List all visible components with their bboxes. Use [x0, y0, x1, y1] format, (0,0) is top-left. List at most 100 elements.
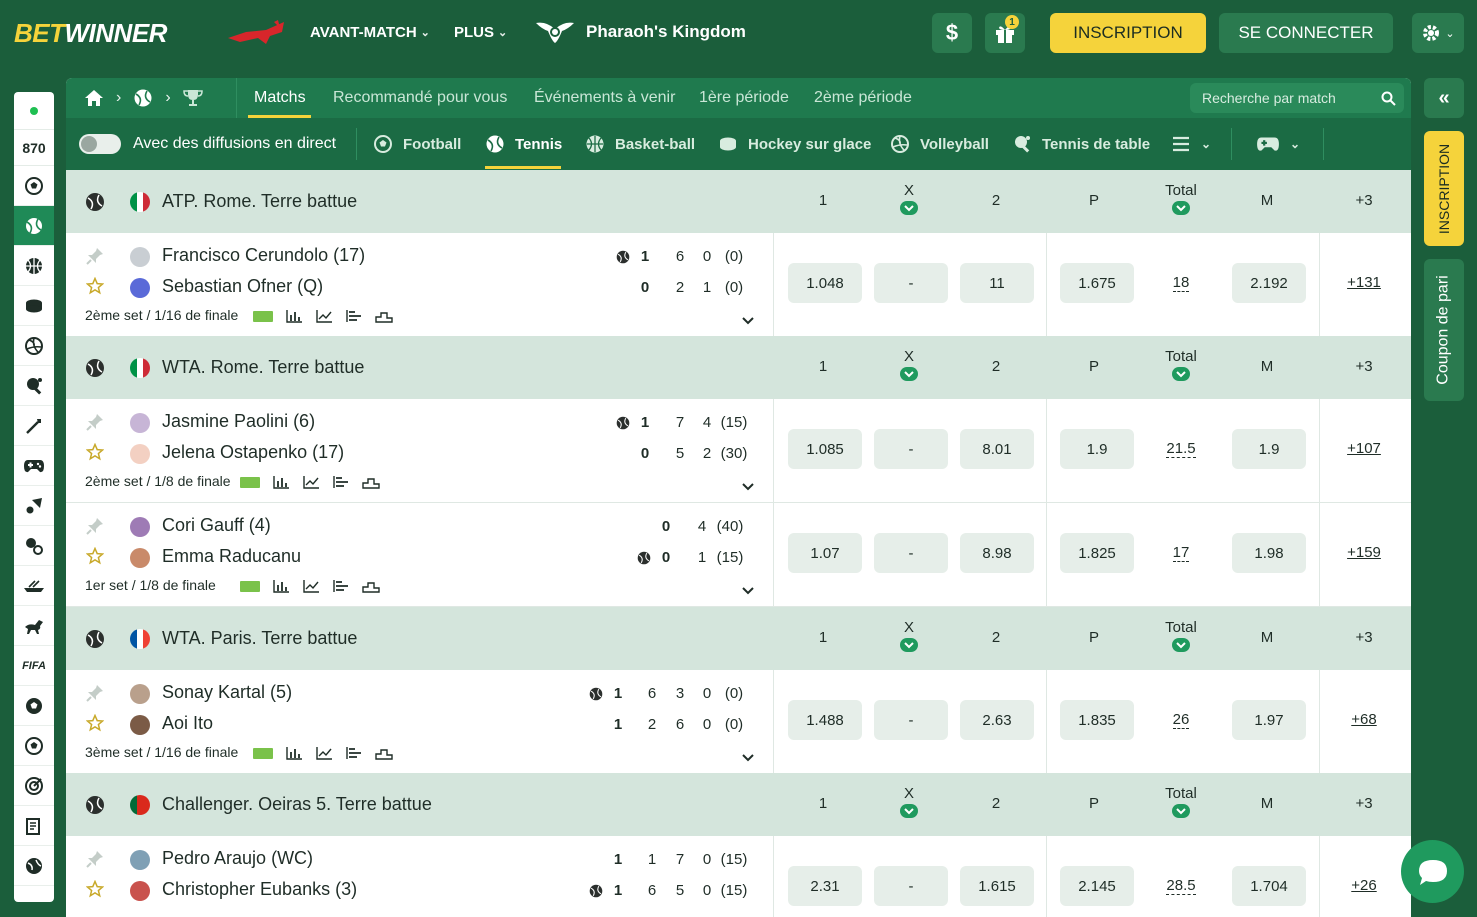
chart-line-icon[interactable] — [315, 746, 333, 760]
expand-chevron-icon[interactable] — [741, 479, 755, 497]
login-button[interactable]: SE CONNECTER — [1219, 13, 1393, 53]
podium-icon[interactable] — [375, 746, 393, 760]
column-header-cx[interactable]: X — [879, 348, 939, 381]
sidebar-table-tennis[interactable] — [14, 366, 54, 406]
gift-button[interactable]: 1 — [985, 13, 1025, 53]
field-icon[interactable] — [240, 580, 260, 592]
pin-icon[interactable] — [86, 850, 104, 873]
odd-button-o1[interactable]: 1.048 — [788, 263, 862, 303]
podium-icon[interactable] — [362, 579, 380, 593]
player-name[interactable]: Christopher Eubanks (3) — [162, 879, 357, 900]
pin-icon[interactable] — [86, 684, 104, 707]
odd-button-ox[interactable]: - — [874, 866, 948, 906]
odd-button-o1[interactable]: 1.085 — [788, 429, 862, 469]
total-line-value[interactable]: 17 — [1151, 544, 1211, 562]
tab-first-period[interactable]: 1ère période — [699, 89, 789, 107]
sport-table-tennis[interactable]: Tennis de table — [1012, 134, 1150, 154]
league-name[interactable]: Challenger. Oeiras 5. Terre battue — [162, 794, 432, 815]
odd-button-p[interactable]: 2.145 — [1060, 866, 1134, 906]
player-name[interactable]: Emma Raducanu — [162, 546, 301, 567]
sport-volleyball[interactable]: Volleyball — [890, 134, 989, 154]
sidebar-hockey[interactable] — [14, 286, 54, 326]
odd-button-o2[interactable]: 8.98 — [960, 533, 1034, 573]
collapse-panel-button[interactable]: « — [1424, 78, 1464, 118]
pin-icon[interactable] — [86, 517, 104, 540]
total-line-value[interactable]: 26 — [1151, 711, 1211, 729]
odd-button-o2[interactable]: 8.01 — [960, 429, 1034, 469]
odd-button-m[interactable]: 1.97 — [1232, 700, 1306, 740]
settings-button[interactable]: ⌄ — [1412, 13, 1464, 53]
odd-button-m[interactable]: 1.704 — [1232, 866, 1306, 906]
league-name[interactable]: WTA. Paris. Terre battue — [162, 628, 357, 649]
sidebar-results[interactable] — [14, 806, 54, 846]
sport-football[interactable]: Football — [373, 134, 461, 154]
total-line-value[interactable]: 21.5 — [1151, 440, 1211, 458]
player-name[interactable]: Pedro Araujo (WC) — [162, 848, 313, 869]
field-icon[interactable] — [253, 310, 273, 322]
stats-bars-icon[interactable] — [285, 746, 303, 760]
favorite-star-icon[interactable] — [85, 879, 105, 903]
sidebar-horse-racing[interactable] — [14, 606, 54, 646]
odd-button-o2[interactable]: 1.615 — [960, 866, 1034, 906]
sidebar-basketball[interactable] — [14, 246, 54, 286]
column-header-ctotal[interactable]: Total — [1151, 619, 1211, 652]
sidebar-football[interactable] — [14, 166, 54, 206]
nav-more[interactable]: PLUS ⌄ — [454, 24, 507, 41]
tab-upcoming[interactable]: Événements à venir — [534, 89, 675, 107]
odd-button-ox[interactable]: - — [874, 533, 948, 573]
column-header-ctotal[interactable]: Total — [1151, 785, 1211, 818]
sidebar-virtual-football[interactable] — [14, 686, 54, 726]
odd-button-o2[interactable]: 2.63 — [960, 700, 1034, 740]
odd-button-ox[interactable]: - — [874, 263, 948, 303]
nav-prematch[interactable]: AVANT-MATCH ⌄ — [310, 24, 430, 41]
odd-button-m[interactable]: 2.192 — [1232, 263, 1306, 303]
player-name[interactable]: Sonay Kartal (5) — [162, 682, 292, 703]
chevron-down-icon[interactable] — [1172, 638, 1190, 652]
column-header-cx[interactable]: X — [879, 785, 939, 818]
odd-button-ox[interactable]: - — [874, 429, 948, 469]
column-header-cx[interactable]: X — [879, 619, 939, 652]
match-row[interactable]: Francisco Cerundolo (17) 1 6 0 (0) Sebastian … — [66, 233, 1411, 337]
league-name[interactable]: ATP. Rome. Terre battue — [162, 191, 357, 212]
pin-icon[interactable] — [86, 413, 104, 436]
more-markets-link[interactable]: +159 — [1334, 544, 1394, 561]
match-row[interactable]: Jasmine Paolini (6) 1 7 4 (15) Jelena Ostapen… — [66, 399, 1411, 503]
sport-basketball[interactable]: Basket-ball — [585, 134, 695, 154]
register-button[interactable]: INSCRIPTION — [1050, 13, 1206, 53]
more-markets-link[interactable]: +107 — [1334, 440, 1394, 457]
sidebar-rowing[interactable] — [14, 566, 54, 606]
chevron-down-icon[interactable] — [900, 201, 918, 215]
list-bars-icon[interactable] — [345, 309, 363, 323]
odd-button-o2[interactable]: 11 — [960, 263, 1034, 303]
stats-bars-icon[interactable] — [272, 579, 290, 593]
odd-button-m[interactable]: 1.98 — [1232, 533, 1306, 573]
chevron-down-icon[interactable] — [900, 638, 918, 652]
favorite-star-icon[interactable] — [85, 713, 105, 737]
player-name[interactable]: Francisco Cerundolo (17) — [162, 245, 365, 266]
league-header[interactable]: WTA. Paris. Terre battue 1 X 2 P Total M +3 — [66, 607, 1411, 670]
player-name[interactable]: Sebastian Ofner (Q) — [162, 276, 323, 297]
odd-button-o1[interactable]: 2.31 — [788, 866, 862, 906]
tab-matches[interactable]: Matchs — [254, 89, 306, 107]
sidebar-darts[interactable] — [14, 406, 54, 446]
sport-tennis[interactable]: Tennis — [485, 134, 562, 154]
player-name[interactable]: Jasmine Paolini (6) — [162, 411, 315, 432]
player-name[interactable]: Aoi Ito — [162, 713, 213, 734]
odd-button-p[interactable]: 1.835 — [1060, 700, 1134, 740]
odd-button-p[interactable]: 1.9 — [1060, 429, 1134, 469]
chevron-down-icon[interactable] — [1172, 804, 1190, 818]
sidebar-globe[interactable] — [14, 846, 54, 886]
bet-slip-button[interactable]: Coupon de pari — [1424, 259, 1464, 401]
chart-line-icon[interactable] — [302, 579, 320, 593]
more-markets-link[interactable]: +26 — [1334, 877, 1394, 894]
search-input[interactable]: Recherche par match — [1190, 83, 1404, 113]
logo[interactable]: BETWINNER — [14, 18, 167, 49]
field-icon[interactable] — [253, 747, 273, 759]
trophy-icon[interactable] — [182, 89, 203, 107]
sidebar-football-2[interactable] — [14, 726, 54, 766]
total-line-value[interactable]: 18 — [1151, 274, 1211, 292]
more-markets-link[interactable]: +131 — [1334, 274, 1394, 291]
esports-menu[interactable]: ⌄ — [1256, 134, 1300, 154]
tennis-icon[interactable] — [133, 88, 153, 108]
podium-icon[interactable] — [362, 475, 380, 489]
